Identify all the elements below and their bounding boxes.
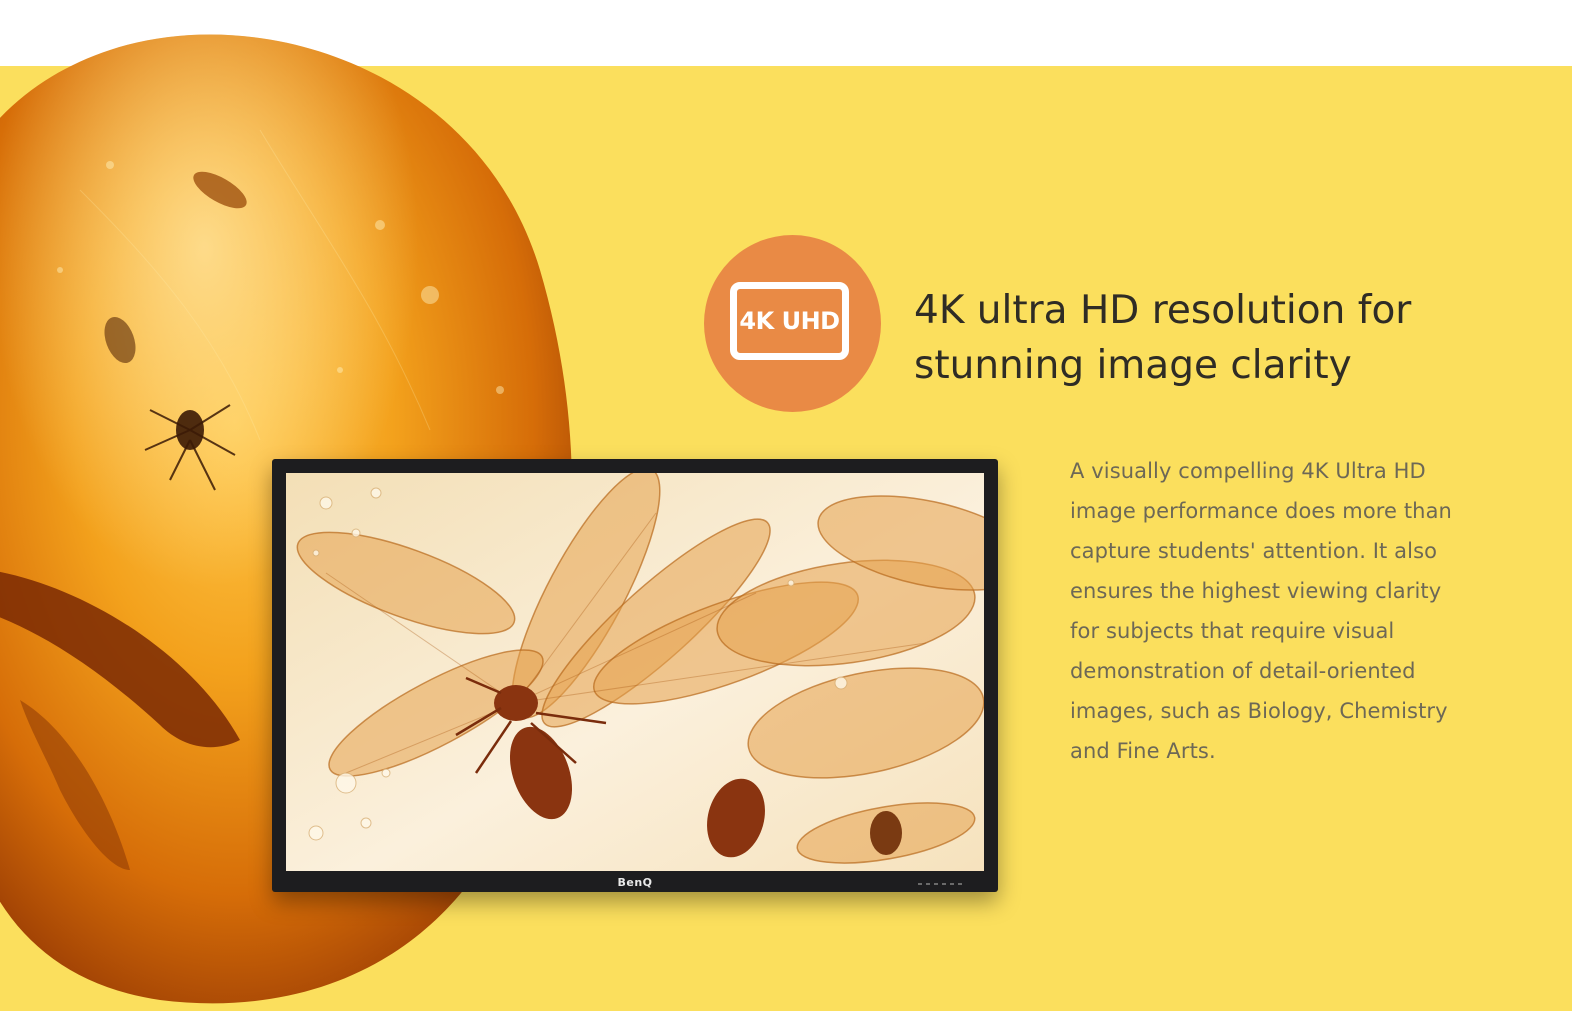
headline-line: stunning image clarity [914,343,1352,388]
feature-headline: 4K ultra HD resolution for stunning imag… [914,283,1554,393]
description-line: for subjects that require visual [1070,619,1395,643]
monitor-brand-logo: BenQ [617,876,653,889]
description-line: demonstration of detail-oriented [1070,659,1416,683]
4k-uhd-icon: 4K UHD [730,282,849,360]
description-line: A visually compelling 4K Ultra HD [1070,459,1426,483]
feature-description: A visually compelling 4K Ultra HD image … [1070,451,1550,771]
description-line: capture students' attention. It also [1070,539,1438,563]
display-monitor: BenQ [272,459,998,892]
4k-uhd-badge: 4K UHD [704,235,881,412]
description-line: images, such as Biology, Chemistry [1070,699,1448,723]
badge-label: 4K UHD [739,307,840,335]
description-line: and Fine Arts. [1070,739,1216,763]
description-line: image performance does more than [1070,499,1452,523]
headline-line: 4K ultra HD resolution for [914,288,1412,333]
monitor-screen-image [286,473,984,871]
description-line: ensures the highest viewing clarity [1070,579,1442,603]
monitor-control-buttons [918,883,962,885]
